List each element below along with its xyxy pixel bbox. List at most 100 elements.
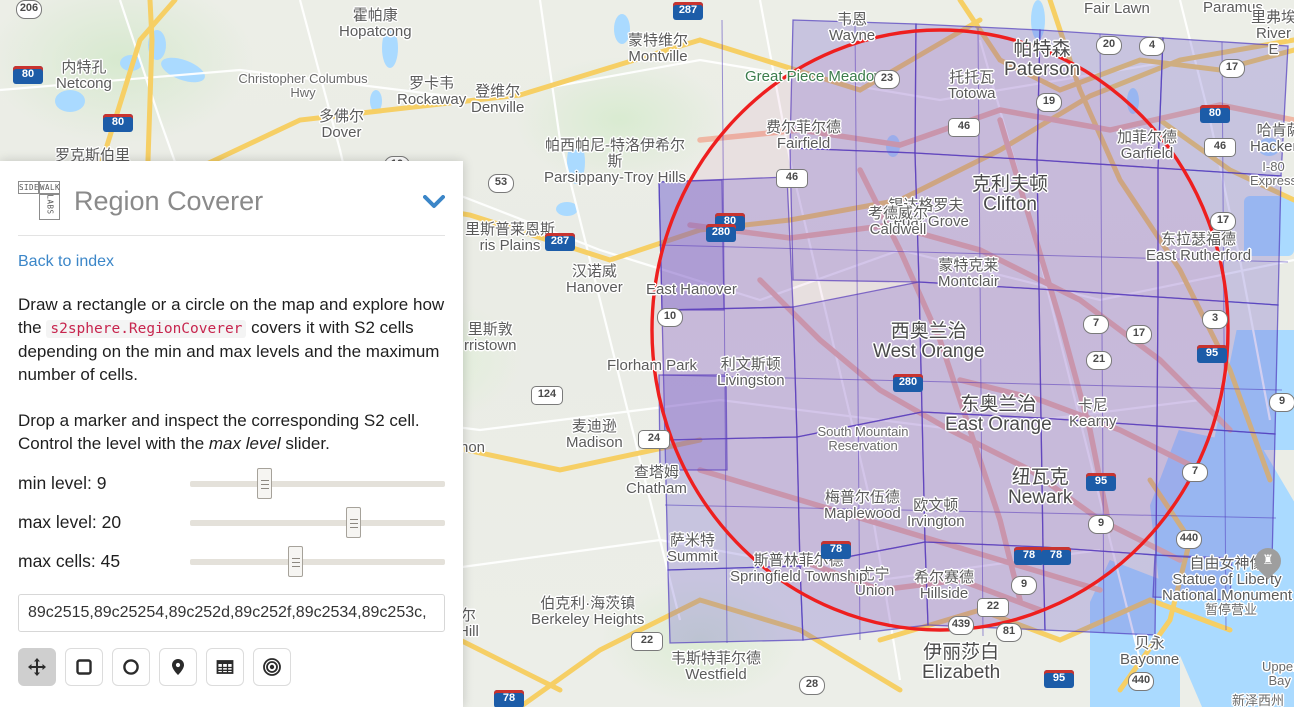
highway-shield-label: 440 xyxy=(1131,674,1151,686)
desc2-after: slider. xyxy=(280,433,330,453)
highway-shield-label: 4 xyxy=(1148,39,1156,51)
highway-shield: 124 xyxy=(531,386,563,405)
cell-tokens-input[interactable] xyxy=(18,594,445,633)
highway-shield: 280 xyxy=(706,224,736,242)
highway-shield-label: 80 xyxy=(1208,107,1222,119)
highway-shield-label: 17 xyxy=(1225,61,1239,73)
grid-tool-button[interactable] xyxy=(206,648,244,687)
highway-shield-label: 9 xyxy=(1020,578,1028,590)
min-level-label: min level: 9 xyxy=(18,473,107,494)
statue-of-liberty-marker[interactable]: ♜ xyxy=(1249,542,1287,582)
target-tool-button[interactable] xyxy=(253,648,291,687)
max-level-emphasis: max level xyxy=(208,433,281,453)
highway-shield-label: 46 xyxy=(1213,140,1227,152)
back-to-index-link[interactable]: Back to index xyxy=(18,253,445,271)
highway-shield-label: 46 xyxy=(785,171,799,183)
highway-shield-label: 78 xyxy=(1049,549,1063,561)
draw-toolbar xyxy=(18,648,445,687)
max-level-slider-track[interactable] xyxy=(190,506,445,538)
highway-shield: 21 xyxy=(1086,351,1112,370)
highway-shield: 3 xyxy=(1202,310,1228,329)
highway-shield-label: 124 xyxy=(537,388,557,400)
sidewalk-labs-logo: SIDE WALK LABS xyxy=(18,179,62,223)
highway-shield: 439 xyxy=(948,616,974,635)
min-level-slider-track[interactable] xyxy=(190,467,445,499)
highway-shield-label: 78 xyxy=(1022,549,1036,561)
highway-shield-label: 280 xyxy=(898,376,918,388)
highway-shield-label: 10 xyxy=(663,310,677,322)
highway-shield-label: 22 xyxy=(640,634,654,646)
logo-cell-labs: LABS xyxy=(39,194,60,220)
highway-shield: 10 xyxy=(657,308,683,327)
highway-shield: 46 xyxy=(776,169,808,188)
highway-shield: 9 xyxy=(1088,515,1114,534)
highway-shield: 78 xyxy=(1014,547,1044,565)
highway-shield: 23 xyxy=(874,70,900,89)
highway-shield: 28 xyxy=(799,676,825,695)
slider-list: min level: 9 max level: 20 max cells: 45 xyxy=(18,467,445,577)
highway-shield: 95 xyxy=(1086,473,1116,491)
highway-shield: 95 xyxy=(1197,345,1227,363)
region-coverer-code: s2sphere.RegionCoverer xyxy=(46,320,247,339)
highway-shield-label: 95 xyxy=(1052,672,1066,684)
map-marker-icon xyxy=(168,657,188,677)
highway-shield-label: 17 xyxy=(1132,327,1146,339)
logo-cell-labs-text: LABS xyxy=(45,194,55,215)
min-level-slider-handle[interactable] xyxy=(256,467,272,499)
highway-shield: 17 xyxy=(1210,212,1236,231)
description-paragraph-2: Drop a marker and inspect the correspond… xyxy=(18,409,445,456)
highway-shield: 22 xyxy=(977,598,1009,617)
grid-table-icon xyxy=(215,657,235,677)
highway-shield-label: 28 xyxy=(805,678,819,690)
logo-cell-walk: WALK xyxy=(39,181,61,194)
chevron-down-icon[interactable] xyxy=(423,189,445,213)
highway-shield-label: 206 xyxy=(19,2,39,14)
highway-shield-label: 53 xyxy=(494,176,508,188)
highway-shield-label: 19 xyxy=(1042,95,1056,107)
highway-shield: 9 xyxy=(1011,576,1037,595)
highway-shield-label: 17 xyxy=(1216,214,1230,226)
pan-tool-button[interactable] xyxy=(18,648,56,687)
max-cells-slider-track[interactable] xyxy=(190,545,445,577)
highway-shield: 4 xyxy=(1139,37,1165,56)
highway-shield: 20 xyxy=(1096,36,1122,55)
highway-shield-label: 23 xyxy=(880,72,894,84)
highway-shield: 81 xyxy=(996,623,1022,642)
highway-shield: 287 xyxy=(673,2,703,20)
highway-shield: 19 xyxy=(1036,93,1062,112)
max-cells-slider-handle[interactable] xyxy=(287,545,303,577)
highway-shield-label: 287 xyxy=(550,235,570,247)
max-level-label: max level: 20 xyxy=(18,512,122,533)
marker-tool-button[interactable] xyxy=(159,648,197,687)
region-coverer-panel: SIDE WALK LABS Region Coverer Back to in… xyxy=(0,161,463,707)
max-level-slider-handle[interactable] xyxy=(346,506,362,538)
highway-shield: 287 xyxy=(545,233,575,251)
highway-shield: 80 xyxy=(103,114,133,132)
logo-cell-side: SIDE xyxy=(18,181,40,194)
highway-shield: 53 xyxy=(488,174,514,193)
move-arrows-icon xyxy=(27,657,47,677)
circle-icon xyxy=(121,657,141,677)
highway-shield: 17 xyxy=(1219,59,1245,78)
rectangle-tool-button[interactable] xyxy=(65,648,103,687)
highway-shield-label: 22 xyxy=(986,600,1000,612)
highway-shield-label: 7 xyxy=(1092,317,1100,329)
circle-tool-button[interactable] xyxy=(112,648,150,687)
highway-shield: 7 xyxy=(1182,463,1208,482)
highway-shield-label: 81 xyxy=(1002,625,1016,637)
highway-shield-label: 20 xyxy=(1102,38,1116,50)
highway-shield: 78 xyxy=(494,690,524,707)
highway-shield-label: 439 xyxy=(951,618,971,630)
highway-shield-label: 7 xyxy=(1191,465,1199,477)
highway-shield-label: 46 xyxy=(957,120,971,132)
max-cells-label: max cells: 45 xyxy=(18,551,121,572)
highway-shield: 80 xyxy=(13,66,43,84)
page-title: Region Coverer xyxy=(74,185,264,216)
highway-shield: 78 xyxy=(1041,547,1071,565)
highway-shield-label: 21 xyxy=(1092,353,1106,365)
highway-shield-label: 95 xyxy=(1205,347,1219,359)
description-paragraph-1: Draw a rectangle or a circle on the map … xyxy=(18,293,445,387)
highway-shield-label: 78 xyxy=(829,543,843,555)
monument-glyph: ♜ xyxy=(1262,552,1274,567)
highway-shield-label: 280 xyxy=(711,226,731,238)
